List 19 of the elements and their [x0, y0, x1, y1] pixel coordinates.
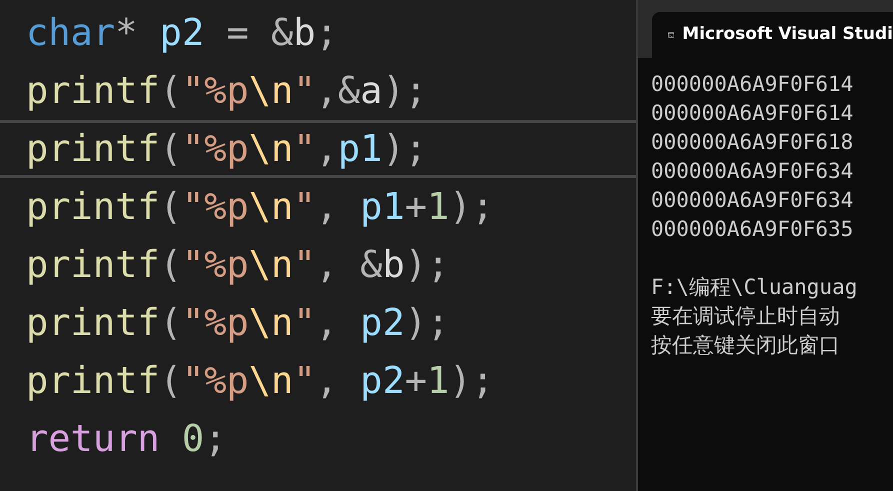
code-line: printf("%p\n",p1); — [26, 126, 428, 172]
code-line: char* p2 = &b; — [26, 10, 338, 56]
code-line: printf("%p\n", &b); — [26, 242, 450, 288]
code-line: printf("%p\n", p2); — [26, 300, 450, 346]
console-output-line: 000000A6A9F0F618 — [651, 129, 854, 156]
console-output-line: 按任意键关闭此窗口 — [651, 332, 841, 359]
console-output-line: 000000A6A9F0F634 — [651, 158, 854, 185]
code-line: printf("%p\n", p1+1); — [26, 184, 494, 230]
code-line: printf("%p\n", p2+1); — [26, 358, 494, 404]
console-output-line: 000000A6A9F0F614 — [651, 100, 854, 127]
window-title: Microsoft Visual Studi — [682, 23, 893, 46]
code-line: return 0; — [26, 416, 226, 462]
console-output-line: F:\编程\Cluanguag — [651, 274, 858, 301]
console-output-line: 000000A6A9F0F635 — [651, 216, 854, 243]
console-output-line: 要在调试停止时自动 — [651, 303, 841, 330]
console-tab[interactable]: Microsoft Visual Studi — [652, 12, 893, 58]
console-output-line: 000000A6A9F0F614 — [651, 71, 854, 98]
console-output-line: 000000A6A9F0F634 — [651, 187, 854, 214]
code-line: printf("%p\n",&a); — [26, 68, 428, 114]
